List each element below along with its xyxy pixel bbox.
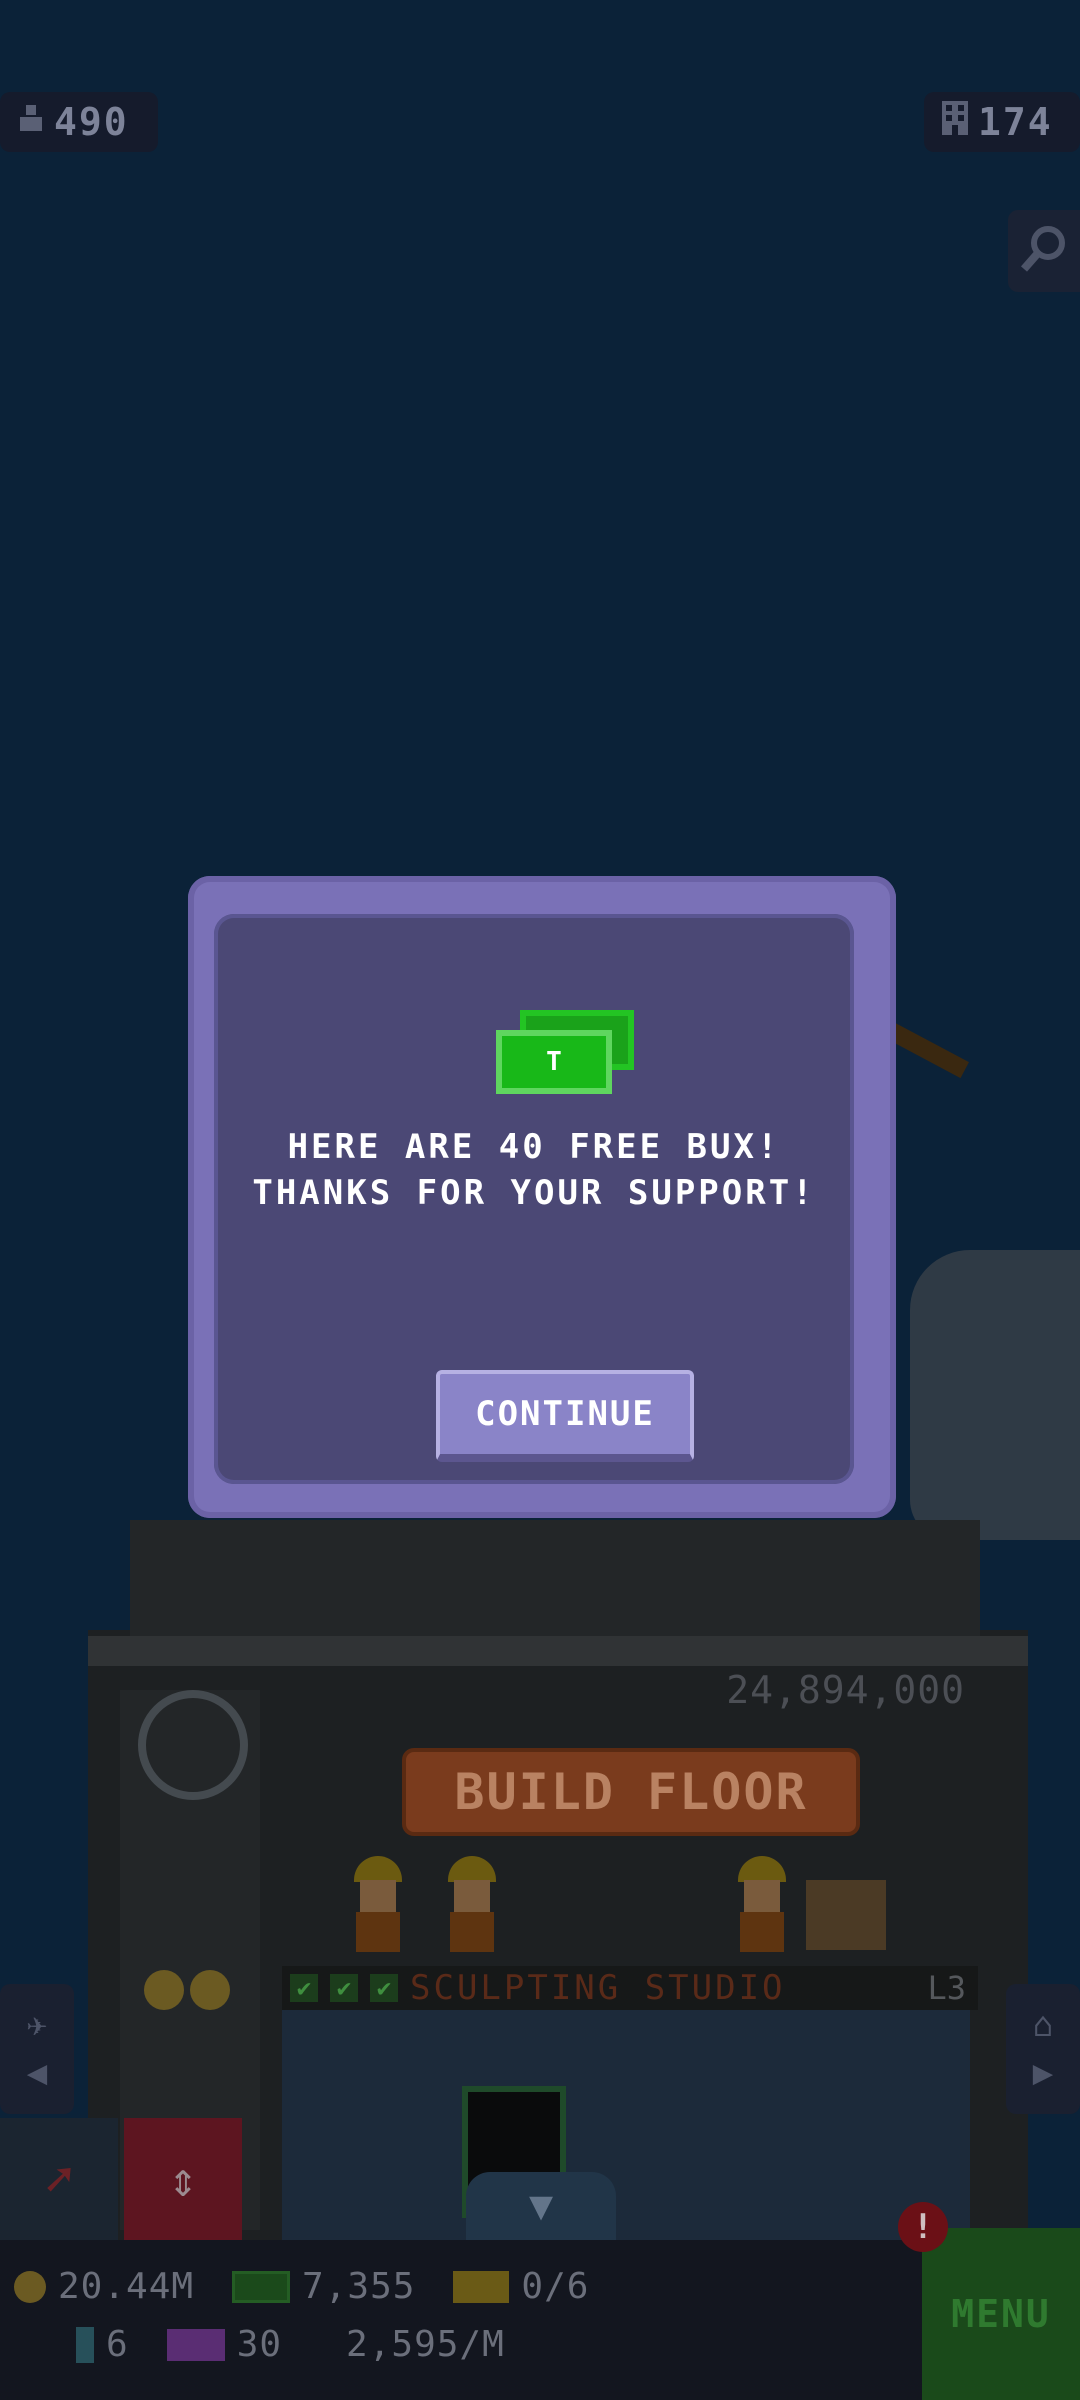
income-rate: 2,595/M: [346, 2324, 505, 2365]
build-floor-button[interactable]: BUILD FLOOR: [402, 1748, 860, 1836]
up-down-arrows-icon: ⇕: [168, 2152, 198, 2208]
scroll-down-button[interactable]: ▼: [466, 2172, 616, 2240]
alert-badge[interactable]: !: [898, 2202, 948, 2252]
construction-floor: [130, 1520, 980, 1640]
home-button[interactable]: ⌂ ▶: [1006, 1984, 1080, 2114]
construction-worker: [350, 1856, 406, 1952]
status-bar: 20.44M 7,355 0/6 6 30 2,595/M: [0, 2240, 1080, 2400]
floor-header[interactable]: ✔ ✔ ✔ SCULPTING STUDIO L3: [282, 1966, 978, 2010]
elevator-icon: [76, 2326, 94, 2363]
person-icon: [18, 100, 44, 144]
elevator-wheel: [138, 1690, 248, 1800]
building-icon: [942, 100, 968, 144]
tickets-value: 0/6: [521, 2266, 590, 2307]
star-rating: [144, 1970, 230, 2010]
check-icon: ✔: [290, 1974, 318, 2002]
lobby-button[interactable]: ✈ ◀: [0, 1984, 74, 2114]
magnifier-icon: [1018, 223, 1070, 279]
crate: [806, 1880, 886, 1950]
vip-count: 30: [236, 2324, 283, 2365]
population-counter[interactable]: 490: [0, 92, 158, 152]
cloud: [910, 1250, 1080, 1540]
construction-worker: [734, 1856, 790, 1952]
vip-icon: [166, 2328, 225, 2361]
roof-beam: [88, 1636, 1028, 1666]
zoom-button[interactable]: [1008, 210, 1080, 292]
chevron-down-icon: ▼: [528, 2183, 554, 2229]
check-icon: ✔: [370, 1974, 398, 2002]
floor-level: L3: [927, 1969, 966, 2007]
floors-value: 174: [978, 100, 1053, 144]
free-bux-dialog: T HERE ARE 40 FREE BUX! THANKS FOR YOUR …: [188, 876, 896, 1518]
arrow-left-icon: ◀: [26, 2053, 48, 2093]
bux-icon: [232, 2270, 291, 2303]
bux-icon: T: [496, 1030, 612, 1094]
check-icon: ✔: [330, 1974, 358, 2002]
pin-icon: ➚: [44, 2152, 74, 2208]
floors-counter[interactable]: 174: [924, 92, 1080, 152]
floor-name: SCULPTING STUDIO: [410, 1968, 786, 2008]
coins-value: 20.44M: [58, 2266, 195, 2307]
menu-button[interactable]: MENU: [922, 2228, 1080, 2400]
dialog-line-1: HERE ARE 40 FREE BUX!: [287, 1127, 781, 1167]
continue-button[interactable]: CONTINUE: [436, 1370, 694, 1462]
airplane-icon: ✈: [26, 2005, 48, 2045]
star-icon: [144, 1970, 184, 2010]
elevator-count: 6: [106, 2324, 129, 2365]
sculpting-studio-floor[interactable]: [282, 2010, 970, 2240]
build-floor-cost: 24,894,000: [726, 1668, 965, 1712]
dialog-panel: T HERE ARE 40 FREE BUX! THANKS FOR YOUR …: [214, 914, 854, 1484]
population-value: 490: [54, 100, 129, 144]
home-icon: ⌂: [1032, 2005, 1054, 2045]
coin-icon: [14, 2270, 46, 2303]
ticket-icon: [453, 2270, 510, 2303]
arrow-right-icon: ▶: [1032, 2053, 1054, 2093]
construction-worker: [444, 1856, 500, 1952]
pin-tool-button[interactable]: ➚: [0, 2118, 118, 2242]
elevator-control-button[interactable]: ⇕: [124, 2118, 242, 2242]
star-icon: [190, 1970, 230, 2010]
dialog-line-2: THANKS FOR YOUR SUPPORT!: [252, 1173, 816, 1213]
bux-value: 7,355: [302, 2266, 416, 2307]
dialog-message: HERE ARE 40 FREE BUX! THANKS FOR YOUR SU…: [214, 1124, 854, 1216]
